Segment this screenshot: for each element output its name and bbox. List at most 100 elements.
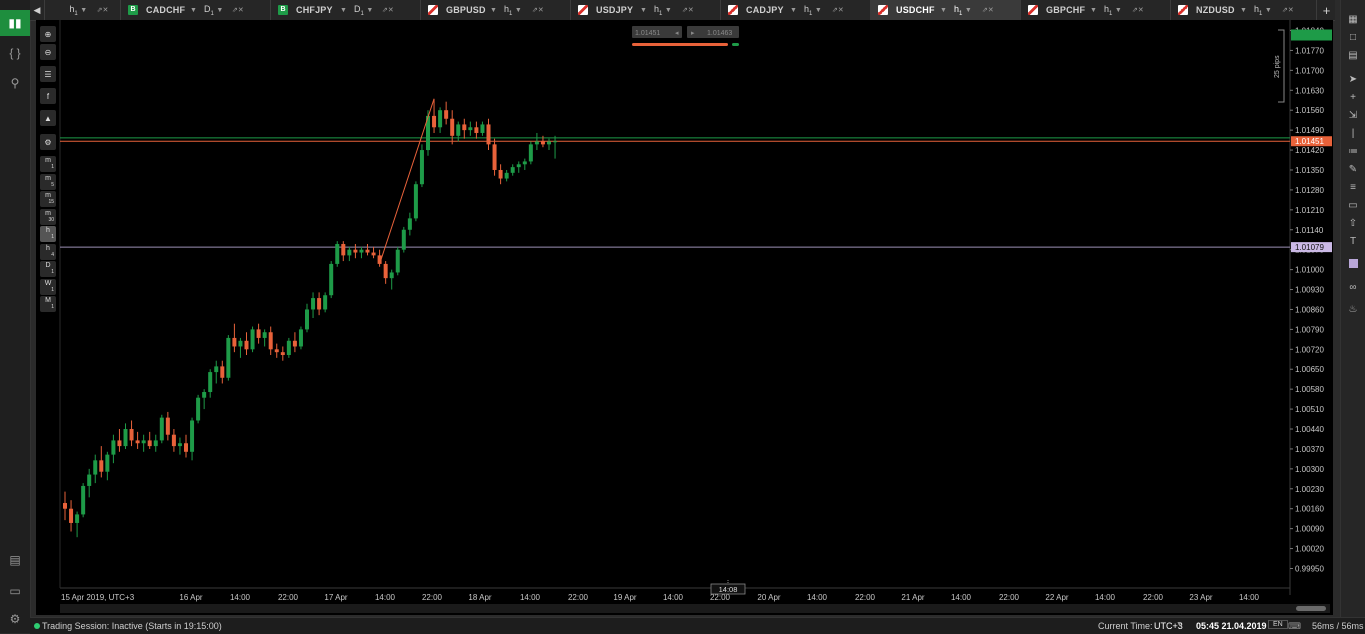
candle-body[interactable] [250,329,255,350]
tab-gbpchf[interactable]: GBPCHF ▼ h1 ▼ ⇗✕ [1020,0,1171,20]
chart-horizontal-scrollbar[interactable] [60,604,1330,613]
channel-icon[interactable]: ≡ [1345,180,1361,194]
timezone-dropdown-icon[interactable]: ▼ [1176,621,1183,628]
timeframe-button-h1[interactable]: h1 [40,226,56,242]
candle-body[interactable] [528,144,533,162]
timeframe-button-m5[interactable]: m5 [40,173,56,190]
tab-timeframe[interactable]: h1 ▼ [804,4,832,17]
tab-popout-close-icon[interactable]: ⇗✕ [232,6,256,14]
alert-bell-icon[interactable]: ♨ [1345,302,1361,316]
candle-body[interactable] [432,115,437,128]
add-tab-button[interactable]: + [1318,0,1335,20]
candle-body[interactable] [153,440,158,447]
tab-dropdown-icon[interactable]: ▼ [190,7,204,14]
candle-body[interactable] [135,440,140,444]
candle-body[interactable] [444,110,449,119]
tab-chfjpy[interactable]: B CHFJPY ▼ D1 ▼ ⇗✕ [270,0,421,20]
tab-timeframe[interactable]: h1 ▼ [954,4,982,17]
candle-body[interactable] [347,249,352,256]
tab-untitled[interactable]: h1 ▼ ⇗✕ [44,0,121,20]
candle-body[interactable] [474,127,479,133]
candle-body[interactable] [196,397,201,421]
candle-body[interactable] [220,366,225,378]
candle-body[interactable] [280,352,285,356]
tab-timeframe[interactable]: h1 ▼ [1254,4,1282,17]
tab-usdjpy[interactable]: USDJPY ▼ h1 ▼ ⇗✕ [570,0,721,20]
tab-timeframe[interactable]: h1 ▼ [1104,4,1132,17]
candle-body[interactable] [274,349,279,353]
candle-body[interactable] [365,249,370,253]
candle-body[interactable] [341,243,346,256]
chart-settings-icon[interactable]: ⚙ [40,134,56,150]
candle-body[interactable] [129,429,134,441]
candle-body[interactable] [540,141,545,145]
timeframe-button-m15[interactable]: m 15 [40,191,56,207]
candle-body[interactable] [419,150,424,185]
candle-body[interactable] [504,172,509,179]
candle-body[interactable] [553,141,558,143]
candle-body[interactable] [383,263,388,279]
candle-body[interactable] [389,272,394,279]
arrow-up-icon[interactable]: ⇧ [1345,216,1361,230]
tab-nzdusd[interactable]: NZDUSD ▼ h1 ▼ ⇗✕ [1170,0,1317,20]
zoom-out-icon[interactable]: ⊖ [40,44,56,60]
candle-body[interactable] [329,263,334,296]
candle-body[interactable] [171,434,176,447]
candle-body[interactable] [407,218,412,230]
candle-body[interactable] [286,340,291,356]
tab-popout-close-icon[interactable]: ⇗✕ [1132,6,1156,14]
candle-body[interactable] [371,252,376,256]
automate-icon[interactable]: { } [0,40,30,66]
chart-canvas[interactable]: 1.018401.017701.017001.016301.015601.014… [36,20,1333,615]
candle-body[interactable] [141,440,146,444]
candle-body[interactable] [359,249,364,253]
candle-body[interactable] [353,249,358,253]
settings-gear-icon[interactable]: ⚙ [0,606,30,632]
tab-dropdown-icon[interactable]: ▼ [340,7,354,14]
link-icon[interactable]: ∞ [1345,280,1361,294]
timeframe-button-m30[interactable]: m 30 [40,208,56,225]
candle-body[interactable] [510,167,515,173]
candle-body[interactable] [486,124,491,145]
drawing-tools-icon[interactable]: ▲ [40,110,56,126]
candle-body[interactable] [177,443,182,447]
timeframe-button-W1[interactable]: W1 [40,278,56,295]
scroll-thumb[interactable] [1296,606,1326,611]
candle-body[interactable] [450,118,455,136]
candle-body[interactable] [147,440,152,447]
single-chart-icon[interactable]: □ [1345,30,1361,44]
timeframe-button-D1[interactable]: D1 [40,261,56,277]
crosshair-icon[interactable]: + [1345,90,1361,104]
tab-dropdown-icon[interactable]: ▼ [1090,7,1104,14]
candle-body[interactable] [63,503,67,509]
candle-body[interactable] [99,460,104,472]
candle-body[interactable] [226,337,231,378]
candle-body[interactable] [522,161,527,165]
candle-body[interactable] [317,298,322,310]
candle-body[interactable] [262,332,267,338]
tab-gbpusd[interactable]: GBPUSD ▼ h1 ▼ ⇗✕ [420,0,571,20]
timeframe-button-h4[interactable]: h4 [40,243,56,260]
candle-body[interactable] [123,429,128,447]
candle-body[interactable] [462,124,467,131]
candle-body[interactable] [184,443,188,452]
candle-body[interactable] [534,141,539,145]
candle-body[interactable] [69,508,74,523]
candle-body[interactable] [256,329,261,338]
candle-body[interactable] [480,124,485,133]
candle-body[interactable] [395,249,400,273]
candle-body[interactable] [305,309,309,330]
tab-dropdown-icon[interactable]: ▼ [490,7,504,14]
tab-dropdown-icon[interactable]: ▼ [940,7,954,14]
copy-icon[interactable]: ▭ [0,578,30,604]
tab-cadjpy[interactable]: CADJPY ▼ h1 ▼ ⇗✕ [720,0,871,20]
tab-timeframe[interactable]: D1 ▼ [204,4,232,17]
candle-body[interactable] [311,298,316,310]
candle-body[interactable] [492,144,497,170]
tab-popout-close-icon[interactable]: ⇗✕ [982,6,1006,14]
split-chart-icon[interactable]: ▤ [1345,48,1361,62]
candle-body[interactable] [456,124,461,136]
chat-icon[interactable]: ▤ [0,547,30,573]
trade-watch-icon[interactable]: ▮▮ [0,10,30,36]
tab-popout-close-icon[interactable]: ⇗✕ [1282,6,1306,14]
